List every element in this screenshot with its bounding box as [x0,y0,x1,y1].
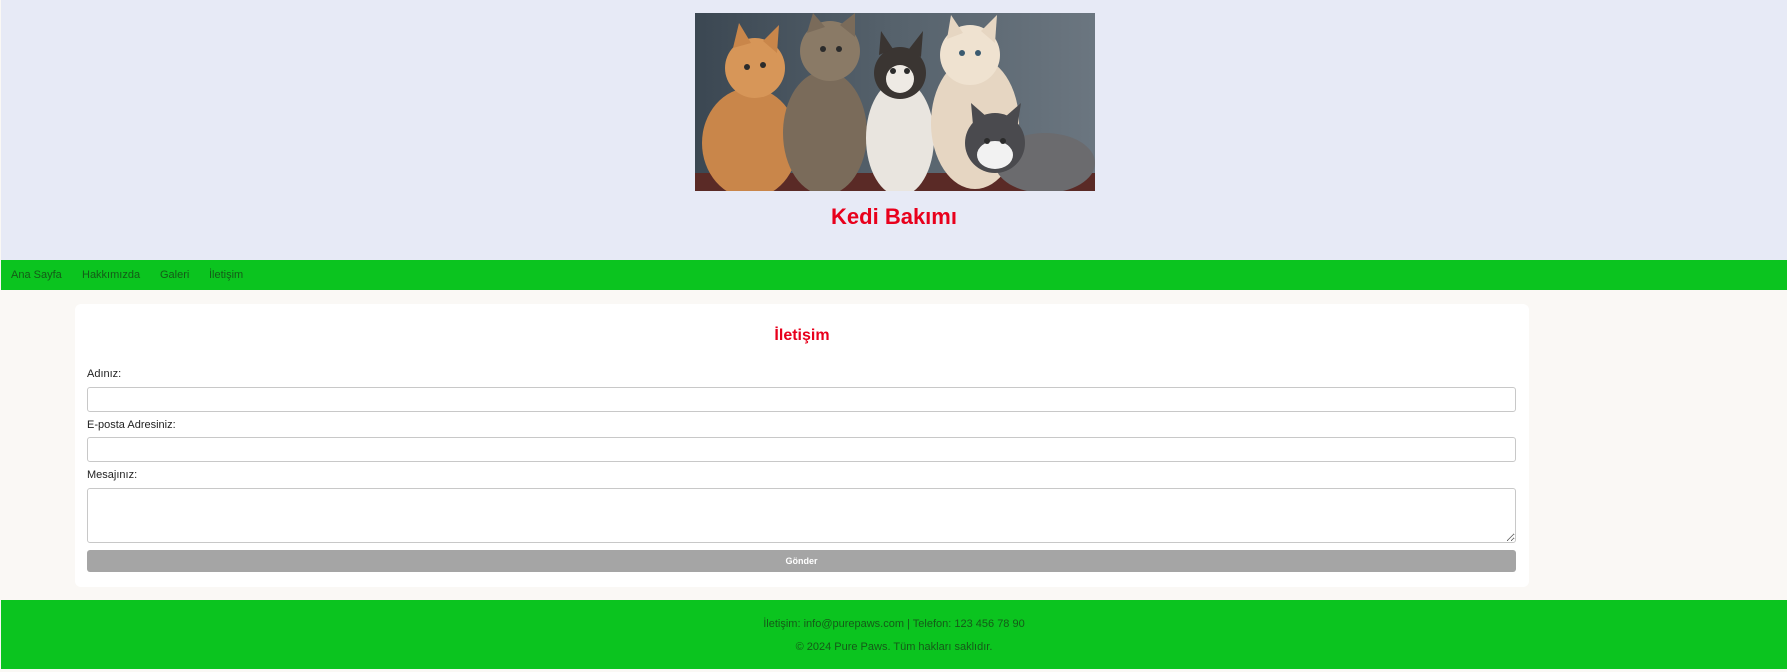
name-input[interactable] [87,387,1516,412]
site-header: Kedi Bakımı [1,0,1787,260]
nav-item-ana-sayfa[interactable]: Ana Sayfa [11,260,62,290]
submit-button[interactable]: Gönder [87,550,1516,572]
footer-contact-line: İletişim: info@purepaws.com | Telefon: 1… [763,618,1025,630]
main-navbar: Ana Sayfa Hakkımızda Galeri İletişim [1,260,1787,290]
email-label: E-posta Adresiniz: [87,419,176,431]
message-textarea[interactable] [87,488,1516,543]
nav-item-galeri[interactable]: Galeri [160,260,189,290]
contact-form-card: İletişim Adınız: E-posta Adresiniz: Mesa… [75,304,1529,587]
site-footer: İletişim: info@purepaws.com | Telefon: 1… [1,600,1787,669]
footer-copyright: © 2024 Pure Paws. Tüm hakları saklıdır. [795,641,993,653]
nav-item-hakkimizda[interactable]: Hakkımızda [82,260,140,290]
hero-kittens-image [695,13,1095,191]
email-input[interactable] [87,437,1516,462]
message-label: Mesajınız: [87,469,138,481]
contact-title: İletişim [774,327,830,344]
nav-item-iletisim[interactable]: İletişim [209,260,243,290]
site-title: Kedi Bakımı [831,204,957,229]
name-label: Adınız: [87,368,122,380]
